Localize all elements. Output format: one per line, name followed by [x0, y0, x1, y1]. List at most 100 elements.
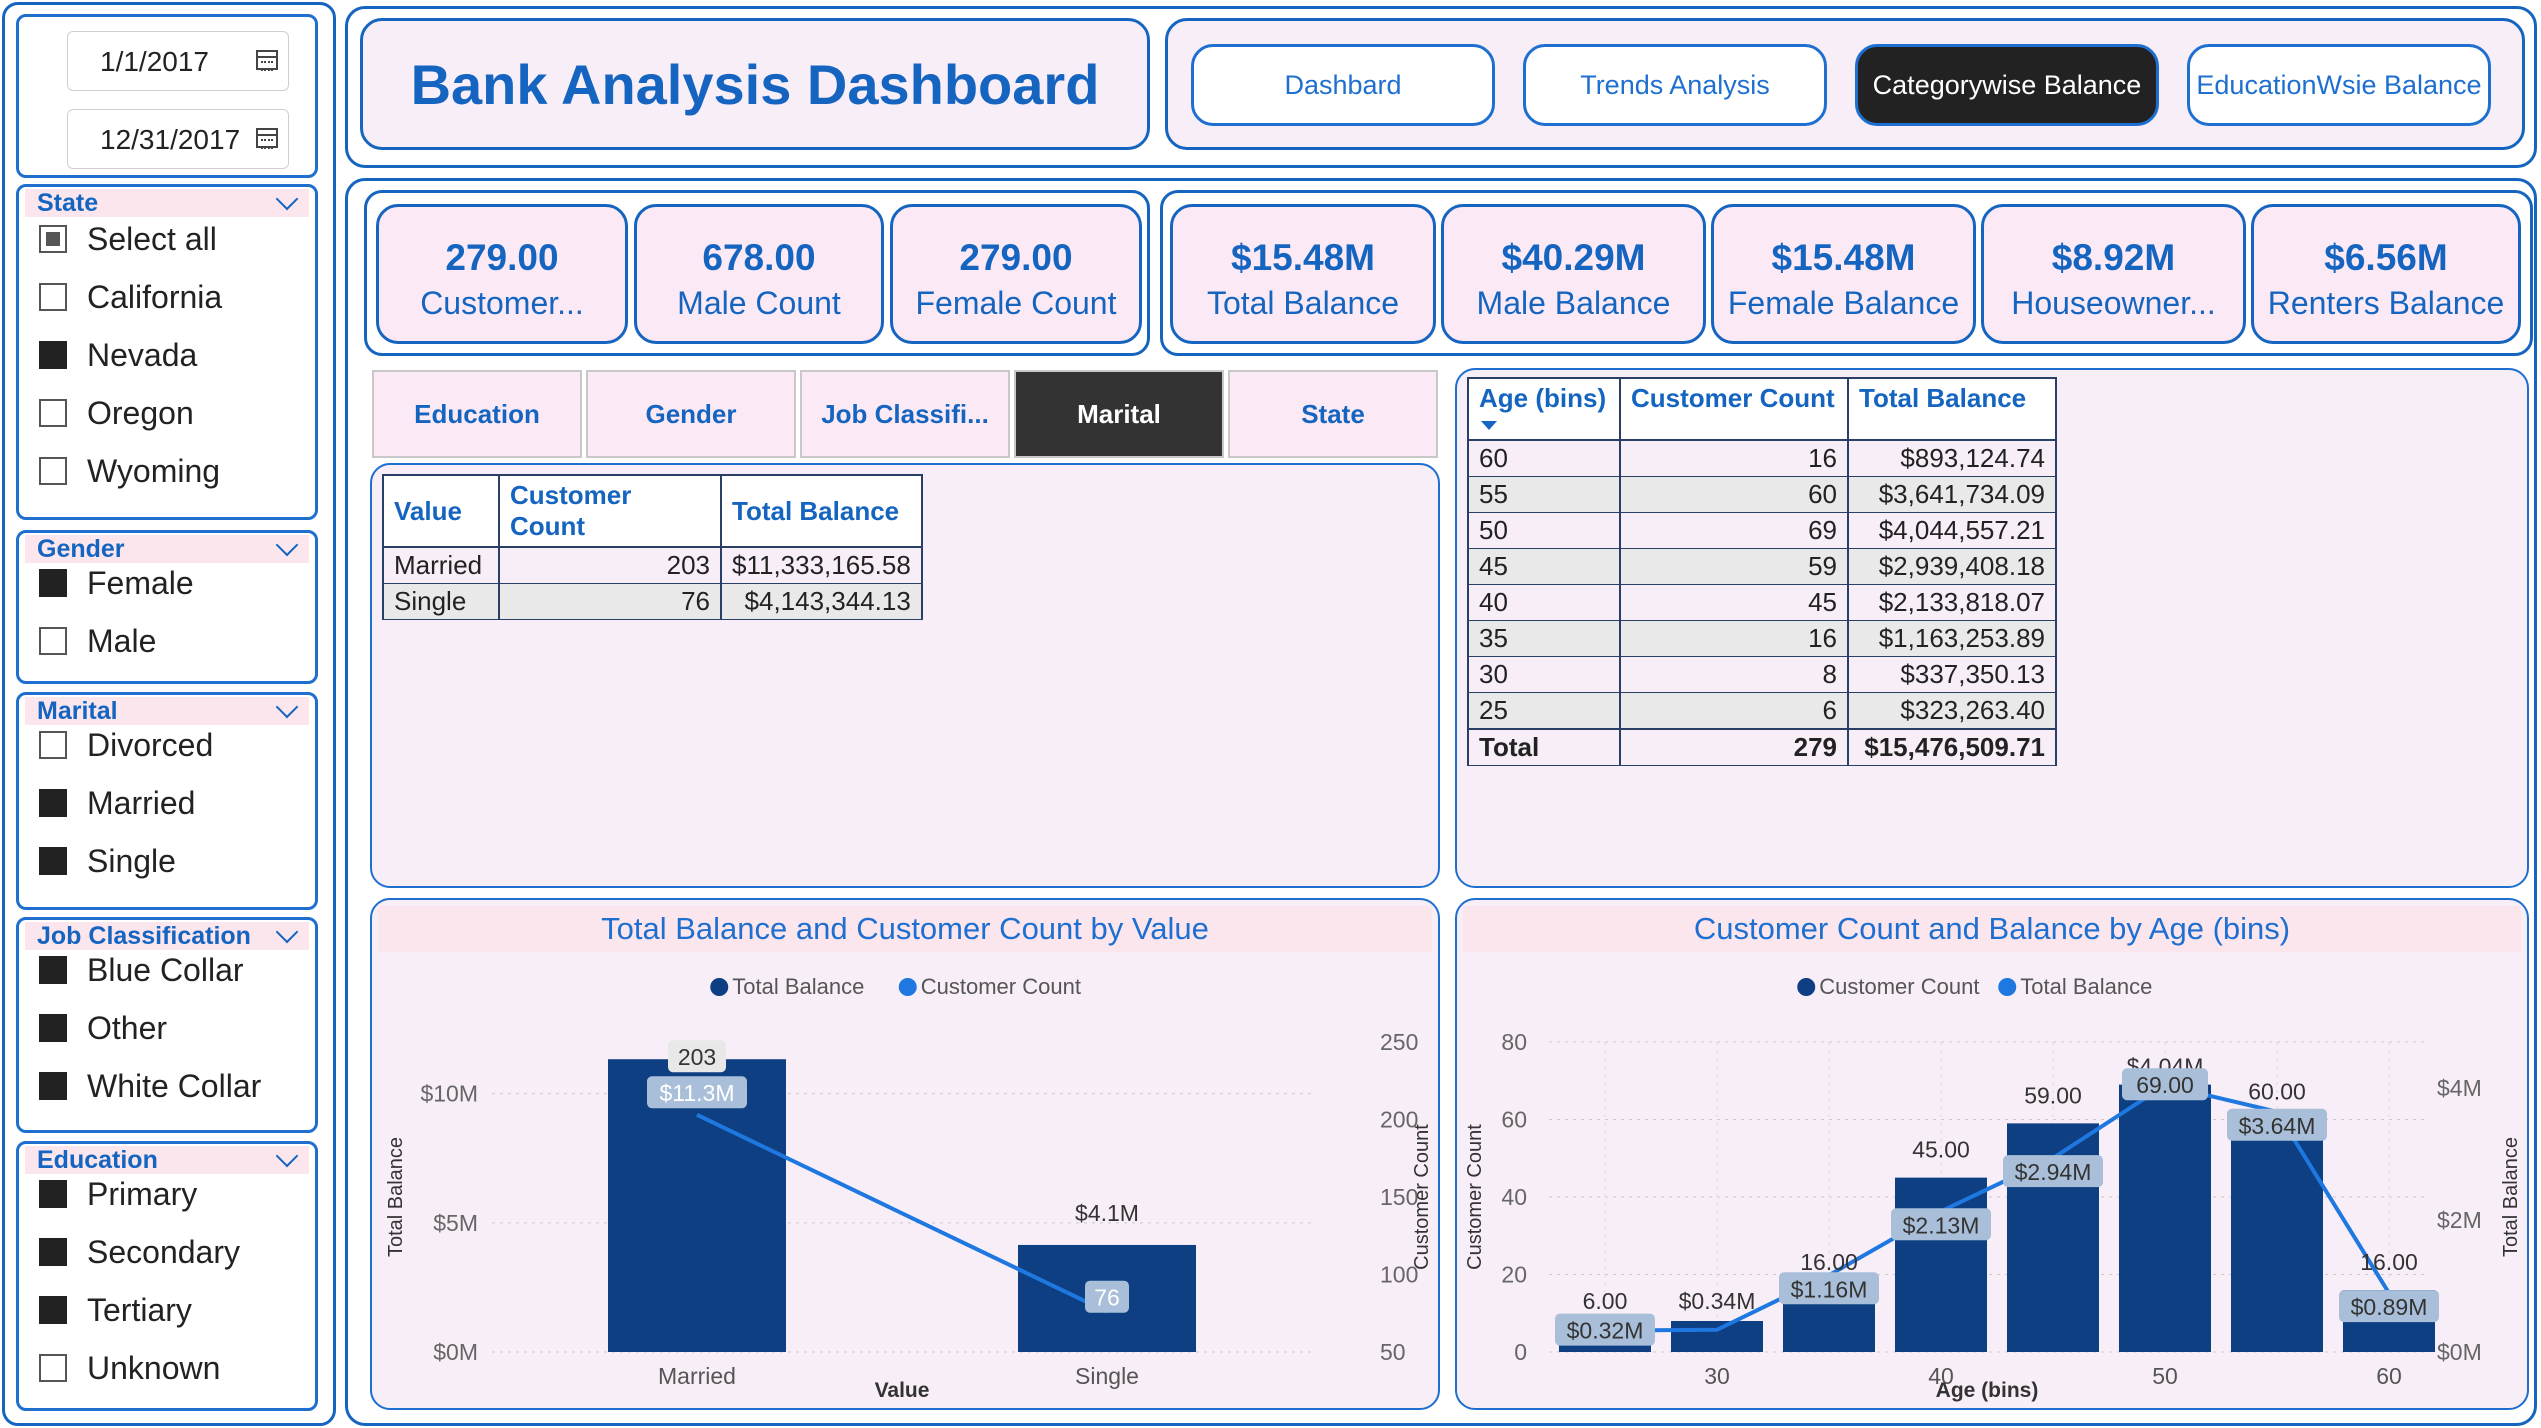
slicer-option[interactable]: Secondary [39, 1232, 240, 1272]
column-header-total-balance[interactable]: Total Balance [720, 474, 923, 548]
slicer-option[interactable]: Nevada [39, 335, 197, 375]
cell-age: 45 [1467, 548, 1621, 585]
kpi-value: 678.00 [702, 237, 816, 278]
cell-balance: $323,263.40 [1847, 692, 2057, 730]
nav-trends-analysis-button[interactable]: Trends Analysis [1523, 44, 1827, 126]
checkbox[interactable] [39, 399, 67, 427]
slicer-option[interactable]: Tertiary [39, 1290, 192, 1330]
column-header-customer-count[interactable]: Customer Count [498, 474, 722, 548]
total-balance-label: $2.13M [1903, 1212, 1980, 1238]
slicer-option[interactable]: White Collar [39, 1066, 261, 1106]
state-slicer-header[interactable]: State [25, 187, 309, 217]
slicer-option[interactable]: Married [39, 783, 195, 823]
table-row[interactable]: 60 16 $893,124.74 [1467, 440, 2057, 477]
x-tick-label: 30 [1704, 1363, 1730, 1389]
checkbox[interactable] [39, 1180, 67, 1208]
slicer-option-label: Select all [87, 220, 217, 257]
table-row[interactable]: 35 16 $1,163,253.89 [1467, 620, 2057, 657]
kpi-value: $40.29M [1501, 237, 1646, 278]
slicer-option[interactable]: Oregon [39, 393, 194, 433]
total-balance-label: $4.1M [1075, 1200, 1139, 1226]
tab-job-classification[interactable]: Job Classifi... [800, 370, 1010, 458]
checkbox[interactable] [39, 1296, 67, 1324]
x-tick-label: Single [1075, 1363, 1139, 1389]
nav-educationwise-balance-button[interactable]: EducationWsie Balance [2187, 44, 2491, 126]
table-row[interactable]: 25 6 $323,263.40 [1467, 692, 2057, 730]
column-header-customer-count[interactable]: Customer Count [1619, 377, 1849, 441]
checkbox[interactable] [39, 341, 67, 369]
y2-axis-label: Total Balance [2500, 1137, 2522, 1257]
kpi-label: Total Balance [1206, 285, 1400, 321]
nav-dashboard-button[interactable]: Dashbard [1191, 44, 1495, 126]
table-row[interactable]: 45 59 $2,939,408.18 [1467, 548, 2057, 585]
cell-balance: $2,133,818.07 [1847, 584, 2057, 621]
slicer-option[interactable]: Other [39, 1008, 167, 1048]
end-date-input[interactable]: 12/31/2017 [67, 109, 289, 169]
checkbox[interactable] [39, 457, 67, 485]
slicer-option[interactable]: Single [39, 841, 176, 881]
tab-state[interactable]: State [1228, 370, 1438, 458]
checkbox[interactable] [39, 789, 67, 817]
slicer-option[interactable]: Male [39, 621, 156, 661]
total-balance-label: $0.89M [2351, 1294, 2428, 1320]
gender-slicer: Gender Female Male [16, 530, 318, 684]
tab-marital[interactable]: Marital [1014, 370, 1224, 458]
checkbox[interactable] [39, 1014, 67, 1042]
chevron-down-icon[interactable] [275, 533, 299, 557]
slicer-option[interactable]: Primary [39, 1174, 197, 1214]
slicer-option[interactable]: Female [39, 563, 194, 603]
slicer-option[interactable]: California [39, 277, 222, 317]
y2-axis-label: Customer Count [1411, 1124, 1433, 1270]
start-date-input[interactable]: 1/1/2017 [67, 31, 289, 91]
table-row[interactable]: 50 69 $4,044,557.21 [1467, 512, 2057, 549]
slicer-option[interactable]: Unknown [39, 1348, 220, 1388]
column-header-value[interactable]: Value [382, 474, 500, 548]
tab-education[interactable]: Education [372, 370, 582, 458]
cell-count: 76 [498, 583, 722, 620]
marital-slicer-header[interactable]: Marital [25, 695, 309, 725]
checkbox[interactable] [39, 1238, 67, 1266]
job-slicer-header[interactable]: Job Classification [25, 920, 309, 950]
checkbox[interactable] [39, 1354, 67, 1382]
slicer-option[interactable]: Blue Collar [39, 950, 244, 990]
sort-descending-icon[interactable] [1481, 421, 1497, 430]
slicer-option[interactable]: Select all [39, 219, 217, 259]
chevron-down-icon[interactable] [275, 187, 299, 211]
chevron-down-icon[interactable] [275, 695, 299, 719]
column-header-age-bins[interactable]: Age (bins) [1467, 377, 1621, 441]
slicer-option-label: Oregon [87, 394, 194, 431]
checkbox[interactable] [39, 569, 67, 597]
checkbox[interactable] [39, 627, 67, 655]
kpi-male-balance: $40.29M Male Balance [1441, 204, 1706, 344]
chevron-down-icon[interactable] [275, 1144, 299, 1168]
calendar-icon[interactable] [256, 128, 278, 149]
gender-slicer-header[interactable]: Gender [25, 533, 309, 563]
table-row[interactable]: Married 203 $11,333,165.58 [382, 547, 923, 584]
nav-categorywise-balance-button[interactable]: Categorywise Balance [1855, 44, 2159, 126]
slicer-option[interactable]: Divorced [39, 725, 213, 765]
table-row[interactable]: Single 76 $4,143,344.13 [382, 583, 923, 620]
column-header-total-balance[interactable]: Total Balance [1847, 377, 2057, 441]
checkbox[interactable] [39, 283, 67, 311]
slicer-option[interactable]: Wyoming [39, 451, 220, 491]
tab-gender[interactable]: Gender [586, 370, 796, 458]
calendar-icon[interactable] [256, 50, 278, 71]
y-tick-label: $10M [420, 1081, 478, 1107]
table-row[interactable]: 30 8 $337,350.13 [1467, 656, 2057, 693]
checkbox[interactable] [39, 1072, 67, 1100]
education-slicer-header[interactable]: Education [25, 1144, 309, 1174]
legend-marker [1797, 978, 1816, 996]
checkbox[interactable] [39, 731, 67, 759]
cell-count: 16 [1619, 440, 1849, 477]
checkbox[interactable] [39, 225, 67, 253]
total-cell-label: Total [1467, 728, 1621, 766]
total-balance-label: $2.94M [2015, 1159, 2092, 1185]
checkbox[interactable] [39, 956, 67, 984]
table-row[interactable]: 40 45 $2,133,818.07 [1467, 584, 2057, 621]
chevron-down-icon[interactable] [275, 920, 299, 944]
cell-age: 25 [1467, 692, 1621, 730]
checkbox[interactable] [39, 847, 67, 875]
table-row[interactable]: 55 60 $3,641,734.09 [1467, 476, 2057, 513]
value-combo-chart: Total Balance Customer Count$0M$5M$10M501… [385, 974, 1433, 1402]
y-axis-label: Customer Count [1464, 1124, 1486, 1270]
